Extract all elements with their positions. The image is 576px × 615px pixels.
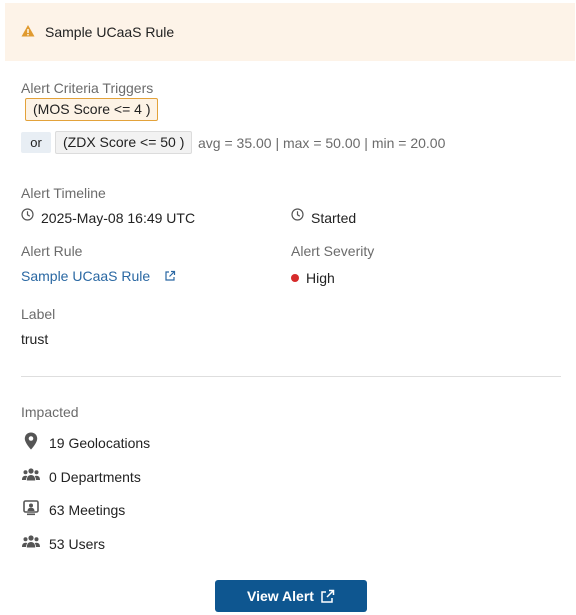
tag-label: Label bbox=[21, 306, 56, 322]
criteria-or-operator: or bbox=[21, 132, 51, 153]
timeline-status: Started bbox=[311, 210, 357, 226]
map-pin-icon bbox=[24, 432, 38, 450]
impacted-meetings: 63 Meetings bbox=[49, 502, 126, 518]
users-group-icon bbox=[22, 468, 40, 481]
section-divider bbox=[21, 376, 561, 377]
view-alert-label: View Alert bbox=[247, 588, 314, 604]
rule-label: Alert Rule bbox=[21, 243, 83, 259]
clock-icon bbox=[291, 208, 304, 221]
alert-title: Sample UCaaS Rule bbox=[45, 24, 175, 40]
external-link-icon[interactable] bbox=[164, 270, 176, 282]
clock-icon bbox=[21, 208, 34, 221]
external-link-icon bbox=[321, 589, 335, 603]
severity-value: High bbox=[306, 270, 335, 286]
alert-header: Sample UCaaS Rule bbox=[5, 3, 575, 61]
criteria-label: Alert Criteria Triggers bbox=[21, 80, 154, 96]
severity-dot bbox=[291, 274, 299, 282]
criteria-trigger-mos: (MOS Score <= 4 ) bbox=[25, 98, 159, 121]
timeline-label: Alert Timeline bbox=[21, 185, 106, 201]
criteria-trigger-zdx: (ZDX Score <= 50 ) bbox=[55, 131, 193, 154]
impacted-label: Impacted bbox=[21, 404, 79, 420]
timeline-date: 2025-May-08 16:49 UTC bbox=[41, 210, 196, 226]
users-group-icon bbox=[22, 535, 40, 548]
criteria-stats: avg = 35.00 | max = 50.00 | min = 20.00 bbox=[198, 135, 446, 151]
view-alert-button[interactable]: View Alert bbox=[215, 580, 367, 612]
impacted-geolocations: 19 Geolocations bbox=[49, 435, 151, 451]
impacted-departments: 0 Departments bbox=[49, 469, 141, 485]
tag-value: trust bbox=[21, 331, 49, 347]
meeting-icon bbox=[23, 500, 39, 516]
rule-link[interactable]: Sample UCaaS Rule bbox=[21, 268, 150, 284]
severity-label: Alert Severity bbox=[291, 243, 375, 259]
impacted-users: 53 Users bbox=[49, 536, 106, 552]
warning-icon bbox=[21, 25, 35, 37]
